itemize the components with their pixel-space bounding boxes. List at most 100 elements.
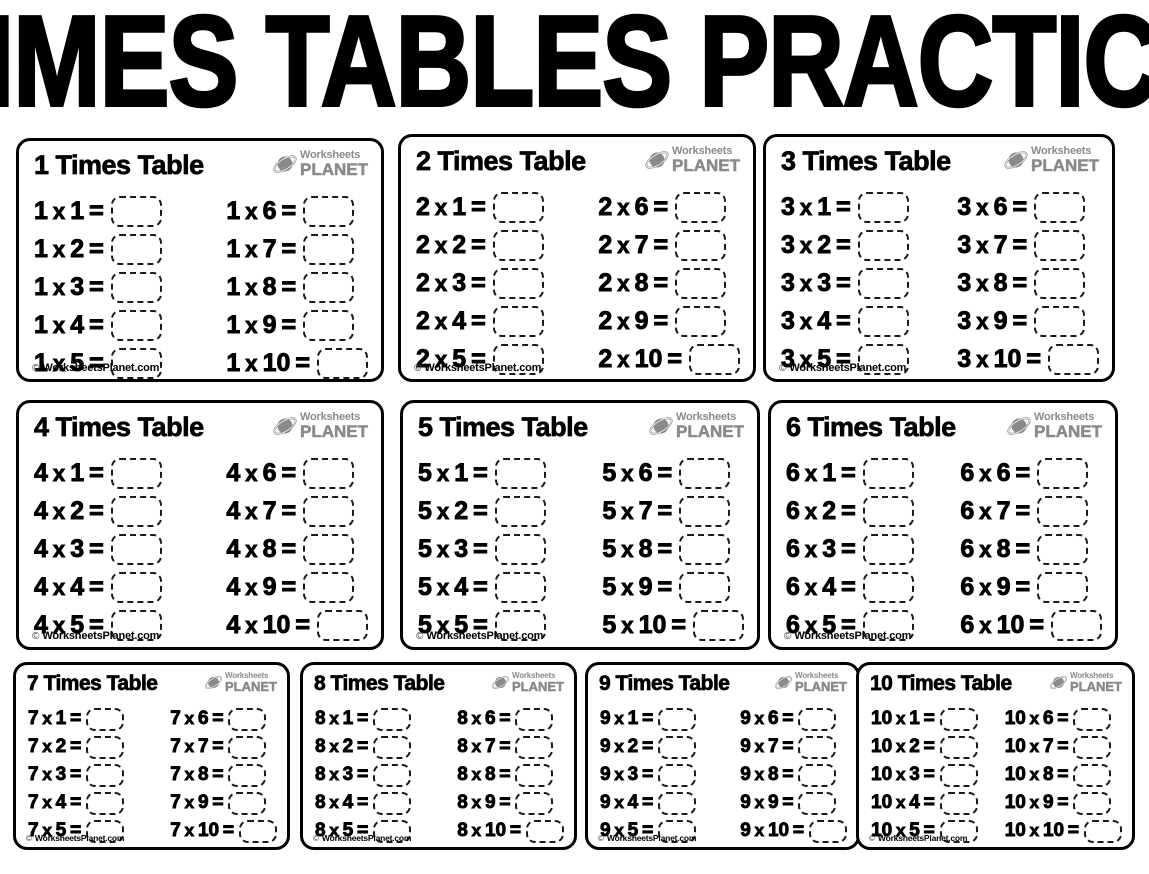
answer-input-box[interactable]: [798, 763, 837, 787]
answer-input-box[interactable]: [679, 533, 731, 565]
answer-input-box[interactable]: [862, 571, 914, 603]
answer-input-box[interactable]: [239, 819, 277, 843]
multiplication-sign: x: [245, 460, 258, 486]
multiplication-sign: x: [434, 270, 448, 296]
answer-input-box[interactable]: [1051, 609, 1102, 641]
answer-input-box[interactable]: [857, 267, 909, 299]
answer-input-box[interactable]: [809, 819, 847, 843]
answer-input-box[interactable]: [110, 495, 162, 527]
answer-input-box[interactable]: [857, 229, 909, 261]
answer-input-box[interactable]: [658, 791, 697, 815]
answer-input-box[interactable]: [515, 707, 554, 731]
answer-input-box[interactable]: [798, 735, 837, 759]
answer-input-box[interactable]: [303, 457, 355, 489]
answer-input-box[interactable]: [373, 735, 412, 759]
answer-input-box[interactable]: [939, 791, 978, 815]
answer-input-box[interactable]: [515, 735, 554, 759]
answer-input-box[interactable]: [658, 763, 697, 787]
answer-input-box[interactable]: [303, 495, 355, 527]
answer-input-box[interactable]: [373, 763, 412, 787]
answer-input-box[interactable]: [373, 707, 412, 731]
answer-input-box[interactable]: [862, 533, 914, 565]
answer-input-box[interactable]: [862, 457, 914, 489]
answer-input-box[interactable]: [658, 735, 697, 759]
answer-input-box[interactable]: [689, 343, 740, 375]
answer-input-box[interactable]: [679, 571, 731, 603]
answer-input-box[interactable]: [1034, 191, 1086, 223]
equals-sign: =: [471, 192, 487, 221]
answer-input-box[interactable]: [86, 791, 125, 815]
answer-input-box[interactable]: [492, 267, 544, 299]
answer-input-box[interactable]: [303, 309, 355, 341]
answer-input-box[interactable]: [675, 267, 727, 299]
answer-input-box[interactable]: [1073, 707, 1112, 731]
answer-input-box[interactable]: [1037, 533, 1089, 565]
answer-input-box[interactable]: [1034, 267, 1086, 299]
answer-input-box[interactable]: [110, 309, 162, 341]
answer-input-box[interactable]: [303, 271, 355, 303]
answer-input-box[interactable]: [228, 707, 267, 731]
logo-line-planet: PLANET: [300, 160, 369, 179]
answer-input-box[interactable]: [86, 763, 125, 787]
equation-row: 9 x 9 =: [740, 791, 847, 815]
answer-input-box[interactable]: [110, 457, 162, 489]
answer-input-box[interactable]: [303, 533, 355, 565]
answer-input-box[interactable]: [110, 195, 162, 227]
answer-input-box[interactable]: [1037, 457, 1089, 489]
answer-input-box[interactable]: [373, 791, 412, 815]
answer-input-box[interactable]: [939, 707, 978, 731]
equation-multiplicand: 1: [34, 310, 49, 339]
answer-input-box[interactable]: [1048, 343, 1099, 375]
answer-input-box[interactable]: [798, 791, 837, 815]
answer-input-box[interactable]: [939, 763, 978, 787]
answer-input-box[interactable]: [1084, 819, 1122, 843]
answer-input-box[interactable]: [492, 191, 544, 223]
answer-input-box[interactable]: [515, 763, 554, 787]
answer-input-box[interactable]: [679, 457, 731, 489]
answer-input-box[interactable]: [1037, 495, 1089, 527]
answer-input-box[interactable]: [1034, 305, 1086, 337]
equation-multiplier: 1: [55, 708, 67, 730]
answer-input-box[interactable]: [658, 707, 697, 731]
answer-input-box[interactable]: [110, 233, 162, 265]
answer-input-box[interactable]: [303, 233, 355, 265]
answer-input-box[interactable]: [1037, 571, 1089, 603]
answer-input-box[interactable]: [228, 763, 267, 787]
answer-input-box[interactable]: [317, 347, 368, 379]
answer-input-box[interactable]: [679, 495, 731, 527]
answer-input-box[interactable]: [228, 791, 267, 815]
answer-input-box[interactable]: [110, 271, 162, 303]
answer-input-box[interactable]: [1073, 763, 1112, 787]
answer-input-box[interactable]: [798, 707, 837, 731]
equation-expression: 2 x 7 =: [598, 230, 669, 260]
answer-input-box[interactable]: [494, 457, 546, 489]
answer-input-box[interactable]: [515, 791, 554, 815]
answer-input-box[interactable]: [1073, 791, 1112, 815]
equals-sign: =: [471, 268, 487, 297]
answer-input-box[interactable]: [862, 495, 914, 527]
equation-row: 9 x 4 =: [600, 791, 697, 815]
answer-input-box[interactable]: [675, 305, 727, 337]
answer-input-box[interactable]: [86, 707, 125, 731]
answer-input-box[interactable]: [526, 819, 564, 843]
answer-input-box[interactable]: [494, 533, 546, 565]
answer-input-box[interactable]: [1034, 229, 1086, 261]
answer-input-box[interactable]: [939, 735, 978, 759]
answer-input-box[interactable]: [693, 609, 744, 641]
answer-input-box[interactable]: [494, 571, 546, 603]
answer-input-box[interactable]: [492, 305, 544, 337]
answer-input-box[interactable]: [857, 305, 909, 337]
answer-input-box[interactable]: [228, 735, 267, 759]
answer-input-box[interactable]: [1073, 735, 1112, 759]
answer-input-box[interactable]: [317, 609, 368, 641]
answer-input-box[interactable]: [303, 195, 355, 227]
answer-input-box[interactable]: [86, 735, 125, 759]
answer-input-box[interactable]: [492, 229, 544, 261]
answer-input-box[interactable]: [675, 229, 727, 261]
answer-input-box[interactable]: [857, 191, 909, 223]
answer-input-box[interactable]: [675, 191, 727, 223]
answer-input-box[interactable]: [110, 571, 162, 603]
answer-input-box[interactable]: [110, 533, 162, 565]
answer-input-box[interactable]: [303, 571, 355, 603]
answer-input-box[interactable]: [494, 495, 546, 527]
